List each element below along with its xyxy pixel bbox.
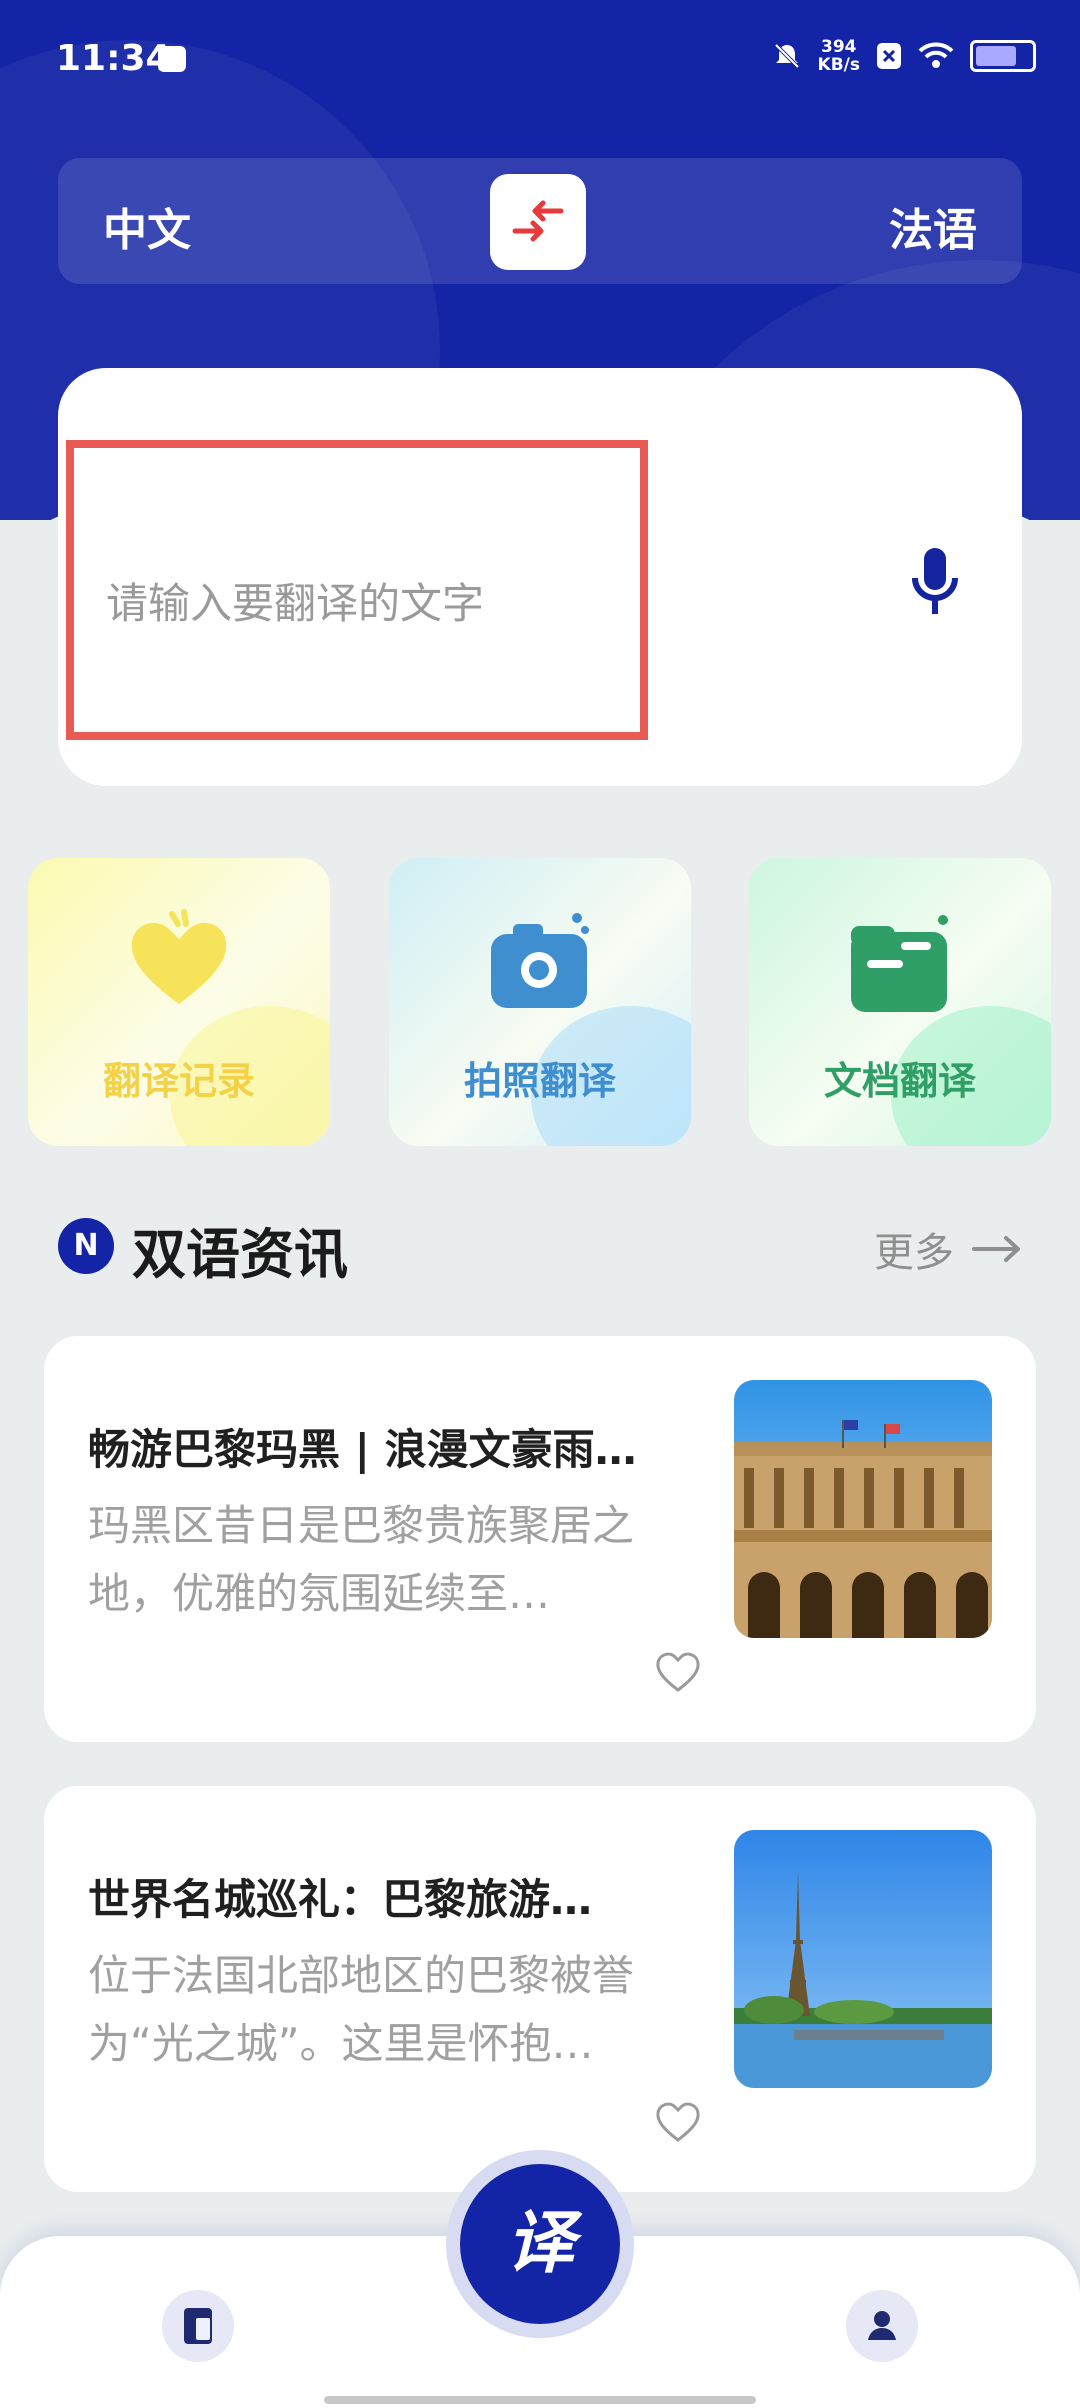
book-icon [184, 2308, 212, 2344]
nav-library-button[interactable] [162, 2290, 234, 2362]
more-link[interactable]: 更多 [874, 1220, 1022, 1278]
tool-shortcuts: 翻译记录 拍照翻译 文档翻译 [28, 858, 1052, 1146]
target-language[interactable]: 法语 [889, 194, 977, 258]
news-thumbnail-eiffel [734, 1830, 992, 2088]
favorite-heart-icon[interactable] [654, 1650, 702, 1694]
photo-translate-button[interactable]: 拍照翻译 [389, 858, 691, 1146]
news-card[interactable]: 世界名城巡礼：巴黎旅游… 位于法国北部地区的巴黎被誉为“光之城”。这里是怀抱… [44, 1786, 1036, 2192]
wifi-icon [918, 42, 954, 68]
news-badge-icon: N [58, 1218, 114, 1274]
translate-fab-button[interactable]: 译 [460, 2164, 620, 2324]
translation-input-card: 请输入要翻译的文字 [58, 368, 1022, 786]
nav-profile-button[interactable] [846, 2290, 918, 2362]
battery-icon [970, 40, 1036, 72]
swap-arrows-icon [512, 200, 564, 242]
heart-icon [131, 909, 227, 1004]
swap-languages-button[interactable] [490, 174, 586, 270]
tool-label: 翻译记录 [102, 1059, 255, 1103]
news-title: 世界名城巡礼：巴黎旅游… [88, 1875, 593, 1924]
news-card[interactable]: 畅游巴黎玛黑 | 浪漫文豪雨… 玛黑区昔日是巴黎贵族聚居之地，优雅的氛围延续至… [44, 1336, 1036, 1742]
status-bar: 11:34 394 KB/s [0, 0, 1080, 120]
document-translate-button[interactable]: 文档翻译 [749, 858, 1051, 1146]
profile-icon [868, 2311, 896, 2340]
tool-label: 拍照翻译 [463, 1059, 616, 1103]
news-section-header: N 双语资讯 更多 [58, 1206, 1022, 1286]
news-description: 位于法国北部地区的巴黎被誉为“光之城”。这里是怀抱… [88, 1951, 635, 2068]
camera-icon [491, 913, 589, 1008]
input-placeholder: 请输入要翻译的文字 [106, 579, 485, 628]
folder-icon [851, 915, 948, 1012]
sim-x-icon [877, 43, 901, 69]
news-thumbnail-opera [734, 1380, 992, 1638]
arrow-right-icon [972, 1236, 1020, 1262]
news-title: 畅游巴黎玛黑 | 浪漫文豪雨… [88, 1425, 637, 1474]
section-title: 双语资讯 [132, 1223, 348, 1286]
home-indicator[interactable] [324, 2396, 756, 2404]
source-language[interactable]: 中文 [103, 194, 191, 258]
language-selector: 中文 法语 [58, 158, 1022, 284]
translation-history-button[interactable]: 翻译记录 [28, 858, 330, 1146]
network-speed: 394 KB/s [817, 37, 860, 75]
text-input-field[interactable]: 请输入要翻译的文字 [66, 440, 648, 740]
tool-label: 文档翻译 [823, 1059, 976, 1103]
favorite-heart-icon[interactable] [654, 2100, 702, 2144]
news-description: 玛黑区昔日是巴黎贵族聚居之地，优雅的氛围延续至… [88, 1501, 635, 1618]
mute-bell-icon [774, 43, 799, 69]
mail-icon [158, 46, 186, 72]
status-time: 11:34 [56, 38, 171, 79]
microphone-icon[interactable] [910, 544, 960, 624]
